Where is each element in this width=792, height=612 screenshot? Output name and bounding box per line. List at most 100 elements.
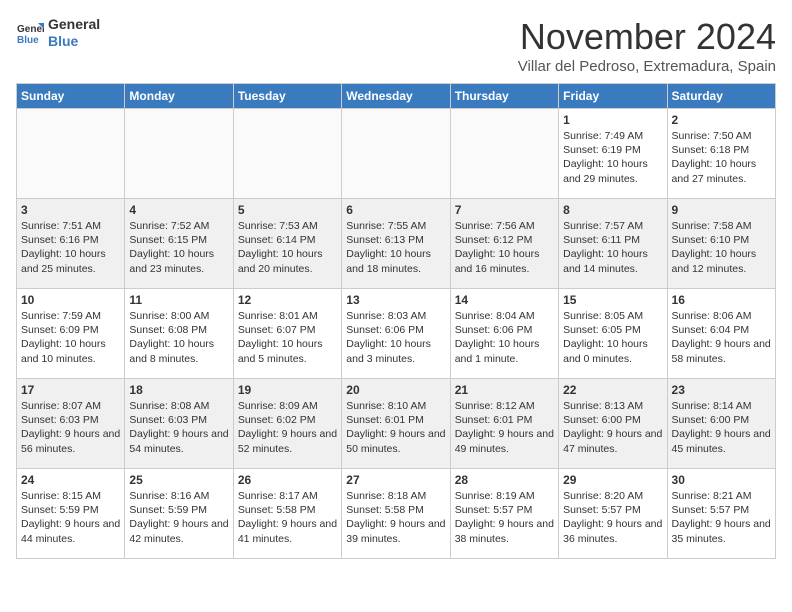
day-info: Sunrise: 8:01 AM [238, 309, 337, 323]
day-number: 26 [238, 473, 337, 487]
day-number: 10 [21, 293, 120, 307]
calendar-cell: 19Sunrise: 8:09 AMSunset: 6:02 PMDayligh… [233, 379, 341, 469]
day-info: Sunrise: 7:53 AM [238, 219, 337, 233]
day-info: Sunrise: 8:08 AM [129, 399, 228, 413]
day-number: 14 [455, 293, 554, 307]
day-info: Sunrise: 8:17 AM [238, 489, 337, 503]
day-number: 3 [21, 203, 120, 217]
day-info: Sunrise: 8:15 AM [21, 489, 120, 503]
calendar-cell: 25Sunrise: 8:16 AMSunset: 5:59 PMDayligh… [125, 469, 233, 559]
day-info: Sunset: 6:06 PM [455, 323, 554, 337]
logo-line1: General [48, 16, 100, 33]
day-info: Sunrise: 7:55 AM [346, 219, 445, 233]
day-info: Sunrise: 8:07 AM [21, 399, 120, 413]
day-info: Daylight: 10 hours and 18 minutes. [346, 247, 445, 275]
day-number: 4 [129, 203, 228, 217]
day-info: Daylight: 9 hours and 50 minutes. [346, 427, 445, 455]
page-header: General Blue General Blue November 2024 … [16, 16, 776, 75]
day-info: Sunrise: 7:50 AM [672, 129, 771, 143]
day-info: Sunset: 5:59 PM [129, 503, 228, 517]
day-info: Sunrise: 8:19 AM [455, 489, 554, 503]
day-info: Sunset: 6:08 PM [129, 323, 228, 337]
day-number: 16 [672, 293, 771, 307]
day-info: Daylight: 10 hours and 5 minutes. [238, 337, 337, 365]
day-info: Sunrise: 8:18 AM [346, 489, 445, 503]
calendar-cell: 2Sunrise: 7:50 AMSunset: 6:18 PMDaylight… [667, 109, 775, 199]
calendar-cell: 4Sunrise: 7:52 AMSunset: 6:15 PMDaylight… [125, 199, 233, 289]
month-title: November 2024 [518, 16, 776, 58]
day-info: Sunrise: 8:10 AM [346, 399, 445, 413]
day-info: Sunset: 5:57 PM [455, 503, 554, 517]
day-info: Daylight: 10 hours and 12 minutes. [672, 247, 771, 275]
day-info: Sunset: 6:00 PM [563, 413, 662, 427]
calendar-table: SundayMondayTuesdayWednesdayThursdayFrid… [16, 83, 776, 559]
day-number: 20 [346, 383, 445, 397]
day-number: 15 [563, 293, 662, 307]
calendar-cell: 20 Sunrise: 8:10 AMSunset: 6:01 PMDayligh… [342, 379, 450, 469]
day-number: 21 [455, 383, 554, 397]
calendar-cell [233, 109, 341, 199]
calendar-cell: 27Sunrise: 8:18 AMSunset: 5:58 PMDayligh… [342, 469, 450, 559]
calendar-cell: 6Sunrise: 7:55 AMSunset: 6:13 PMDaylight… [342, 199, 450, 289]
day-info: Daylight: 10 hours and 3 minutes. [346, 337, 445, 365]
day-info: Sunrise: 8:04 AM [455, 309, 554, 323]
day-info: Sunset: 6:16 PM [21, 233, 120, 247]
col-header-wednesday: Wednesday [342, 84, 450, 109]
day-info: Daylight: 9 hours and 58 minutes. [672, 337, 771, 365]
day-info: Sunset: 5:57 PM [672, 503, 771, 517]
day-info: Sunset: 5:57 PM [563, 503, 662, 517]
day-number: 11 [129, 293, 228, 307]
calendar-cell: 30Sunrise: 8:21 AMSunset: 5:57 PMDayligh… [667, 469, 775, 559]
day-info: Sunset: 6:09 PM [21, 323, 120, 337]
day-number: 5 [238, 203, 337, 217]
day-number: 9 [672, 203, 771, 217]
day-info: Sunset: 6:05 PM [563, 323, 662, 337]
calendar-cell: 21Sunrise: 8:12 AMSunset: 6:01 PMDayligh… [450, 379, 558, 469]
day-number: 1 [563, 113, 662, 127]
day-info: Daylight: 10 hours and 16 minutes. [455, 247, 554, 275]
calendar-cell: 13Sunrise: 8:03 AMSunset: 6:06 PMDayligh… [342, 289, 450, 379]
day-info: Sunset: 6:07 PM [238, 323, 337, 337]
day-number: 13 [346, 293, 445, 307]
day-info: Daylight: 9 hours and 38 minutes. [455, 517, 554, 545]
day-number: 17 [21, 383, 120, 397]
calendar-cell: 16Sunrise: 8:06 AMSunset: 6:04 PMDayligh… [667, 289, 775, 379]
day-info: Sunset: 6:12 PM [455, 233, 554, 247]
col-header-tuesday: Tuesday [233, 84, 341, 109]
col-header-saturday: Saturday [667, 84, 775, 109]
calendar-cell: 28 Sunrise: 8:19 AMSunset: 5:57 PMDayligh… [450, 469, 558, 559]
day-info: Daylight: 9 hours and 49 minutes. [455, 427, 554, 455]
day-info: Sunset: 6:18 PM [672, 143, 771, 157]
title-area: November 2024 Villar del Pedroso, Extrem… [518, 16, 776, 75]
day-info: Sunrise: 7:59 AM [21, 309, 120, 323]
day-info: Sunset: 5:59 PM [21, 503, 120, 517]
calendar-cell: 10Sunrise: 7:59 AMSunset: 6:09 PMDayligh… [17, 289, 125, 379]
svg-text:General: General [17, 24, 44, 35]
day-number: 28 [455, 473, 554, 487]
logo-line2: Blue [48, 33, 100, 50]
day-info: Daylight: 10 hours and 20 minutes. [238, 247, 337, 275]
calendar-week-row: 1Sunrise: 7:49 AMSunset: 6:19 PMDaylight… [17, 109, 776, 199]
day-info: Sunrise: 8:13 AM [563, 399, 662, 413]
day-number: 22 [563, 383, 662, 397]
calendar-cell: 7Sunrise: 7:56 AMSunset: 6:12 PMDaylight… [450, 199, 558, 289]
day-info: Sunrise: 7:57 AM [563, 219, 662, 233]
day-info: Daylight: 9 hours and 35 minutes. [672, 517, 771, 545]
day-info: Daylight: 9 hours and 42 minutes. [129, 517, 228, 545]
calendar-cell: 12Sunrise: 8:01 AMSunset: 6:07 PMDayligh… [233, 289, 341, 379]
day-info: Sunset: 6:01 PM [346, 413, 445, 427]
day-info: Daylight: 9 hours and 54 minutes. [129, 427, 228, 455]
col-header-sunday: Sunday [17, 84, 125, 109]
calendar-cell: 23Sunrise: 8:14 AMSunset: 6:00 PMDayligh… [667, 379, 775, 469]
logo-icon: General Blue [16, 19, 44, 47]
location: Villar del Pedroso, Extremadura, Spain [518, 58, 776, 75]
calendar-cell: 17Sunrise: 8:07 AMSunset: 6:03 PMDayligh… [17, 379, 125, 469]
day-info: Daylight: 10 hours and 27 minutes. [672, 157, 771, 185]
day-info: Sunrise: 8:05 AM [563, 309, 662, 323]
day-info: Sunrise: 7:52 AM [129, 219, 228, 233]
calendar-cell [450, 109, 558, 199]
day-info: Sunset: 6:06 PM [346, 323, 445, 337]
calendar-cell: 29Sunrise: 8:20 AMSunset: 5:57 PMDayligh… [559, 469, 667, 559]
calendar-cell: 5Sunrise: 7:53 AMSunset: 6:14 PMDaylight… [233, 199, 341, 289]
day-info: Daylight: 9 hours and 45 minutes. [672, 427, 771, 455]
